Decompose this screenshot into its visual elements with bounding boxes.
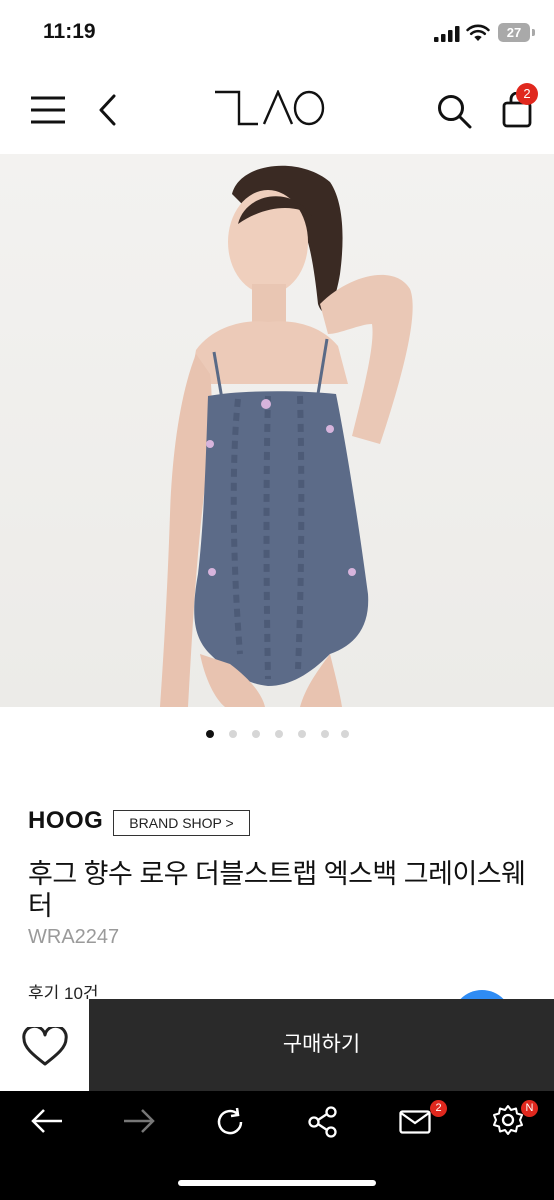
carousel-dot[interactable] (298, 730, 306, 738)
arrow-left-icon[interactable] (30, 1106, 64, 1136)
battery-tip (532, 29, 535, 36)
signal-icon (434, 26, 460, 42)
logo[interactable] (214, 90, 326, 126)
search-icon[interactable] (437, 94, 473, 130)
mail-badge: 2 (430, 1100, 447, 1117)
carousel-dot[interactable] (206, 730, 214, 738)
status-time: 11:19 (43, 20, 96, 43)
refresh-icon[interactable] (214, 1106, 246, 1138)
menu-icon[interactable] (30, 96, 66, 124)
heart-icon (22, 1027, 68, 1066)
home-indicator (178, 1180, 376, 1186)
carousel-dot[interactable] (252, 730, 260, 738)
back-icon[interactable] (98, 94, 118, 126)
status-bar: 11:19 27 (0, 0, 554, 68)
share-icon[interactable] (307, 1106, 339, 1138)
mail-icon[interactable] (399, 1110, 431, 1134)
product-image[interactable] (0, 154, 554, 707)
buy-button[interactable]: 구매하기 (89, 999, 554, 1091)
settings-badge: N (521, 1100, 538, 1117)
purchase-bar: 구매하기 (0, 999, 554, 1091)
cart-count-badge: 2 (516, 83, 538, 105)
wishlist-button[interactable] (0, 999, 89, 1091)
app-header: 2 (0, 68, 554, 154)
carousel-dot[interactable] (229, 730, 237, 738)
carousel-dot[interactable] (275, 730, 283, 738)
product-title: 후그 향수 로우 더블스트랩 엑스백 그레이스웨터 (28, 859, 526, 921)
carousel-indicator (0, 728, 554, 740)
battery-icon: 27 (498, 23, 530, 42)
product-photo (0, 154, 554, 707)
settings-gear-icon[interactable] (492, 1104, 524, 1136)
brand-name[interactable]: HOOG (28, 807, 103, 835)
brand-shop-button[interactable]: BRAND SHOP > (113, 810, 250, 836)
wifi-icon (466, 24, 490, 41)
arrow-right-icon[interactable] (122, 1106, 156, 1136)
product-code: WRA2247 (28, 926, 120, 948)
carousel-dot[interactable] (321, 730, 329, 738)
carousel-dot[interactable] (341, 730, 349, 738)
